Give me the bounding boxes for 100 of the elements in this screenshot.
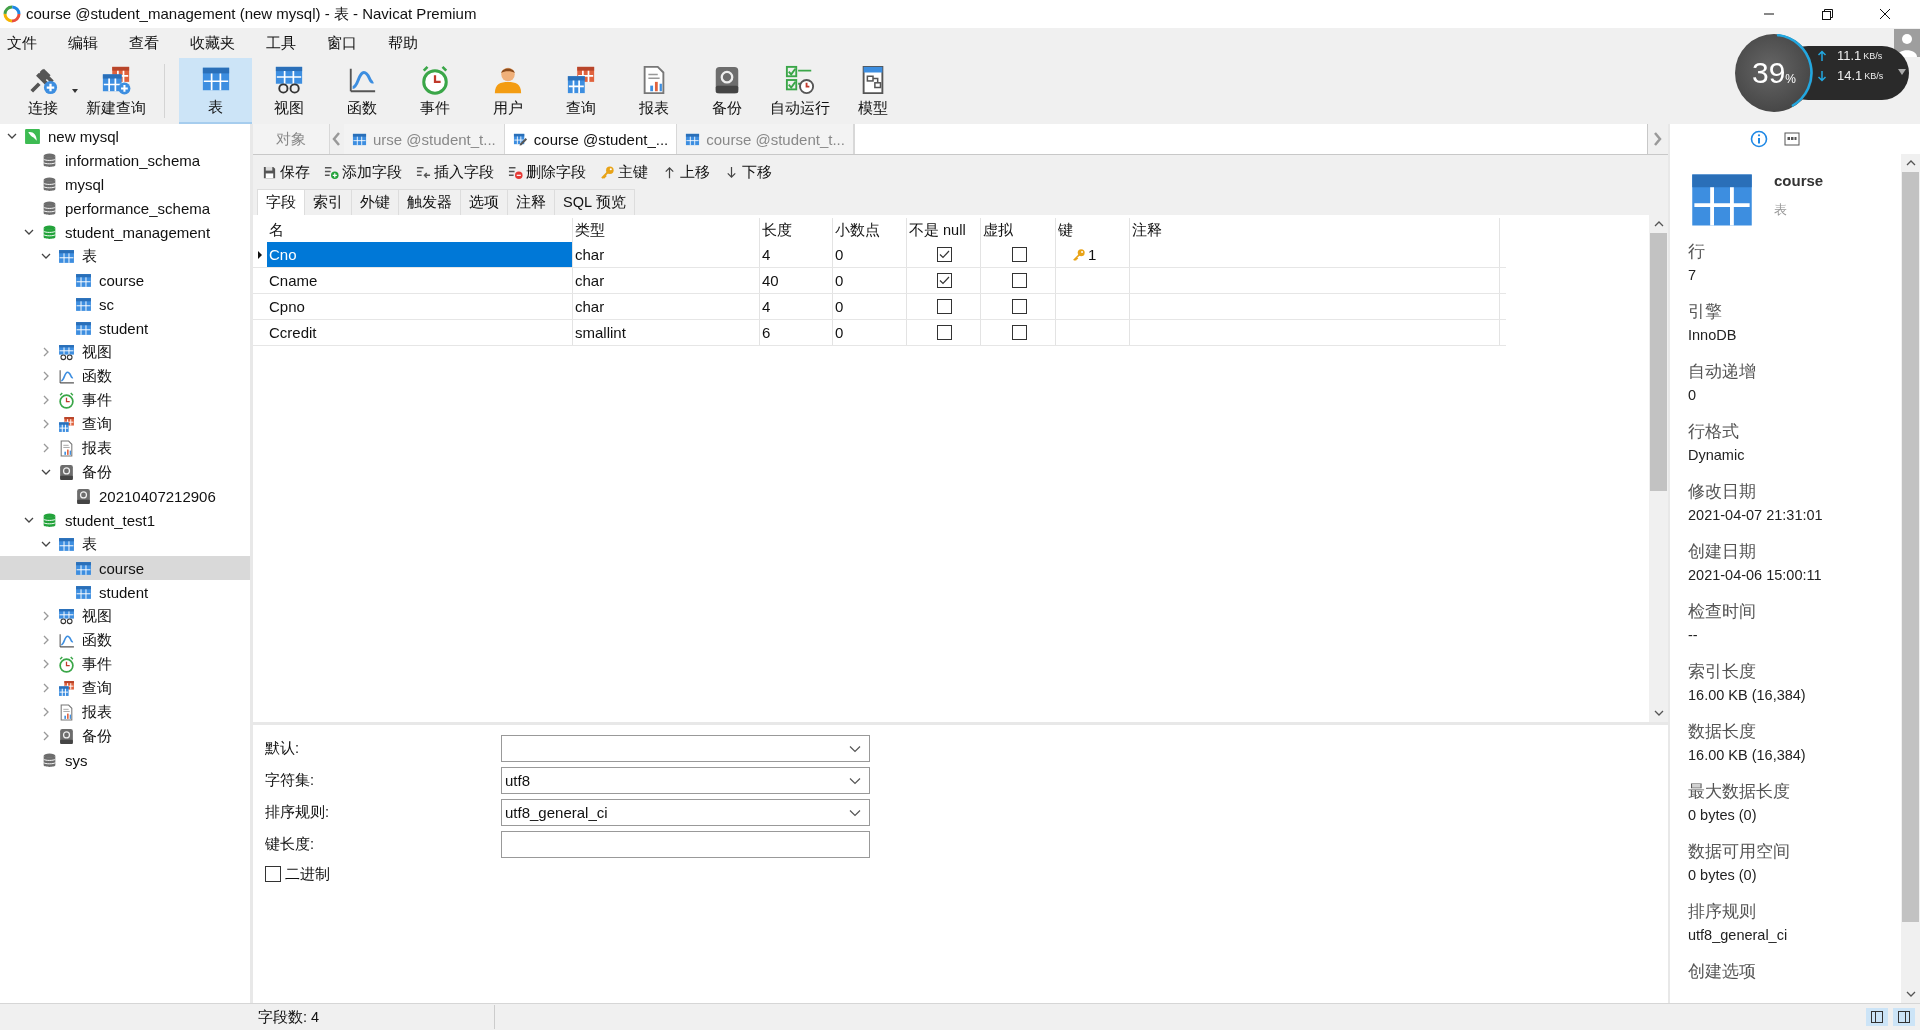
table-view-icon bbox=[273, 64, 304, 95]
tree-item[interactable]: 视图 bbox=[0, 604, 250, 628]
tree-item[interactable]: 报表 bbox=[0, 700, 250, 724]
table-cell[interactable]: Cpno bbox=[267, 294, 573, 319]
menu-item[interactable]: 编辑 bbox=[68, 33, 98, 53]
tree-item[interactable]: 查询 bbox=[0, 676, 250, 700]
checkbox[interactable] bbox=[1011, 247, 1027, 262]
menu-item[interactable]: 查看 bbox=[129, 33, 159, 53]
dropdown[interactable] bbox=[501, 735, 870, 762]
cpu-percent: 39 bbox=[1751, 56, 1786, 90]
column-header[interactable]: 键 bbox=[1056, 218, 1130, 242]
column-header[interactable]: 小数点 bbox=[833, 218, 907, 242]
tree-item[interactable]: course bbox=[0, 268, 250, 292]
object-type: 表 bbox=[1774, 201, 1788, 219]
checkbox[interactable] bbox=[265, 866, 281, 882]
ddl-icon[interactable] bbox=[1784, 131, 1800, 147]
checkbox[interactable] bbox=[937, 299, 952, 314]
table-cell[interactable]: Cno bbox=[267, 242, 573, 267]
tree-item[interactable]: student_test1 bbox=[0, 508, 250, 532]
menu-item[interactable]: 收藏夹 bbox=[190, 33, 235, 53]
scroll-up-icon[interactable] bbox=[1652, 219, 1665, 229]
table-cell[interactable]: Ccredit bbox=[267, 320, 573, 345]
tree-item[interactable]: 备份 bbox=[0, 460, 250, 484]
toolbar-button[interactable]: 保存 bbox=[259, 162, 313, 182]
tree-item[interactable]: student bbox=[0, 316, 250, 340]
right-pane-toggle-icon[interactable] bbox=[1893, 1008, 1915, 1026]
menu-item[interactable]: 工具 bbox=[266, 33, 296, 53]
tree-item[interactable]: 20210407212906 bbox=[0, 484, 250, 508]
tree-item[interactable]: 表 bbox=[0, 244, 250, 268]
column-header[interactable]: 虚拟 bbox=[981, 218, 1056, 242]
toolbar-button[interactable]: 查询 bbox=[544, 58, 617, 124]
menu-item[interactable]: 帮助 bbox=[388, 33, 418, 53]
toolbar-button[interactable]: 自动运行 bbox=[763, 58, 836, 124]
checkbox[interactable] bbox=[1011, 325, 1027, 340]
column-header[interactable]: 不是 null bbox=[907, 218, 981, 242]
tree-item[interactable]: 视图 bbox=[0, 340, 250, 364]
toolbar-button[interactable]: 主键 bbox=[597, 162, 651, 182]
toolbar-button[interactable]: 事件 bbox=[398, 58, 471, 124]
tab[interactable]: course @student_... bbox=[504, 124, 678, 154]
input-field[interactable] bbox=[501, 831, 870, 858]
tab[interactable]: 字段 bbox=[257, 189, 305, 215]
table-cell[interactable]: Cname bbox=[267, 268, 573, 293]
tree-item[interactable]: mysql bbox=[0, 172, 250, 196]
toolbar-button[interactable]: 删除字段 bbox=[505, 162, 589, 182]
dropdown-caret-icon[interactable] bbox=[71, 88, 79, 94]
scroll-down-icon[interactable] bbox=[1904, 989, 1917, 999]
toolbar-button[interactable]: 插入字段 bbox=[413, 162, 497, 182]
toolbar-button[interactable]: 备份 bbox=[690, 58, 763, 124]
toolbar-button[interactable]: 添加字段 bbox=[321, 162, 405, 182]
object-name: course bbox=[1774, 172, 1824, 189]
checkbox[interactable] bbox=[937, 273, 952, 288]
info-icon[interactable] bbox=[1750, 130, 1768, 148]
toolbar-button[interactable]: 报表 bbox=[617, 58, 690, 124]
scrollbar[interactable] bbox=[1901, 154, 1920, 1003]
toolbar-button[interactable]: 模型 bbox=[836, 58, 909, 124]
column-header[interactable]: 注释 bbox=[1130, 218, 1500, 242]
database-icon bbox=[41, 223, 58, 241]
property-label: 引擎 bbox=[1688, 301, 1723, 323]
toolbar-button[interactable]: 连接 bbox=[6, 58, 79, 124]
menu-item[interactable]: 窗口 bbox=[327, 33, 357, 53]
dropdown-caret-icon[interactable] bbox=[1897, 68, 1907, 76]
menu-item[interactable]: 文件 bbox=[7, 33, 37, 53]
toolbar-button[interactable]: 用户 bbox=[471, 58, 544, 124]
toolbar-button[interactable]: 视图 bbox=[252, 58, 325, 124]
tree-item[interactable]: information_schema bbox=[0, 148, 250, 172]
toolbar-button[interactable]: 表 bbox=[179, 58, 252, 124]
scroll-up-icon[interactable] bbox=[1904, 158, 1917, 168]
tree-item[interactable]: 表 bbox=[0, 532, 250, 556]
tree-item[interactable]: course bbox=[0, 556, 250, 580]
column-header[interactable]: 长度 bbox=[760, 218, 833, 242]
property-value: InnoDB bbox=[1688, 326, 1738, 345]
dropdown[interactable]: utf8 bbox=[501, 767, 870, 794]
toolbar-button[interactable]: 上移 bbox=[659, 162, 713, 182]
tree-item[interactable]: 函数 bbox=[0, 628, 250, 652]
checkbox[interactable] bbox=[1011, 299, 1027, 314]
tree-item[interactable]: student bbox=[0, 580, 250, 604]
table-icon bbox=[58, 535, 75, 553]
column-header[interactable]: 类型 bbox=[573, 218, 760, 242]
checkbox[interactable] bbox=[1011, 273, 1027, 288]
toolbar-button[interactable]: 函数 bbox=[325, 58, 398, 124]
tree-item[interactable]: 函数 bbox=[0, 364, 250, 388]
tree-item[interactable]: sys bbox=[0, 748, 250, 772]
left-pane-toggle-icon[interactable] bbox=[1866, 1008, 1888, 1026]
tree-item[interactable]: sc bbox=[0, 292, 250, 316]
tree-item[interactable]: performance_schema bbox=[0, 196, 250, 220]
dropdown[interactable]: utf8_general_ci bbox=[501, 799, 870, 826]
scroll-down-icon[interactable] bbox=[1652, 708, 1665, 718]
toolbar-button[interactable]: 新建查询 bbox=[79, 58, 152, 124]
scrollbar[interactable] bbox=[1649, 215, 1668, 722]
tree-item[interactable]: 事件 bbox=[0, 652, 250, 676]
tree-item[interactable]: 事件 bbox=[0, 388, 250, 412]
tree-item[interactable]: student_management bbox=[0, 220, 250, 244]
avatar-icon[interactable] bbox=[1894, 29, 1920, 57]
tree-item[interactable]: 备份 bbox=[0, 724, 250, 748]
toolbar-button[interactable]: 下移 bbox=[721, 162, 775, 182]
checkbox[interactable] bbox=[937, 325, 952, 340]
tree-item[interactable]: 查询 bbox=[0, 412, 250, 436]
tree-item[interactable]: new mysql bbox=[0, 124, 250, 148]
checkbox[interactable] bbox=[937, 247, 952, 262]
tree-item[interactable]: 报表 bbox=[0, 436, 250, 460]
